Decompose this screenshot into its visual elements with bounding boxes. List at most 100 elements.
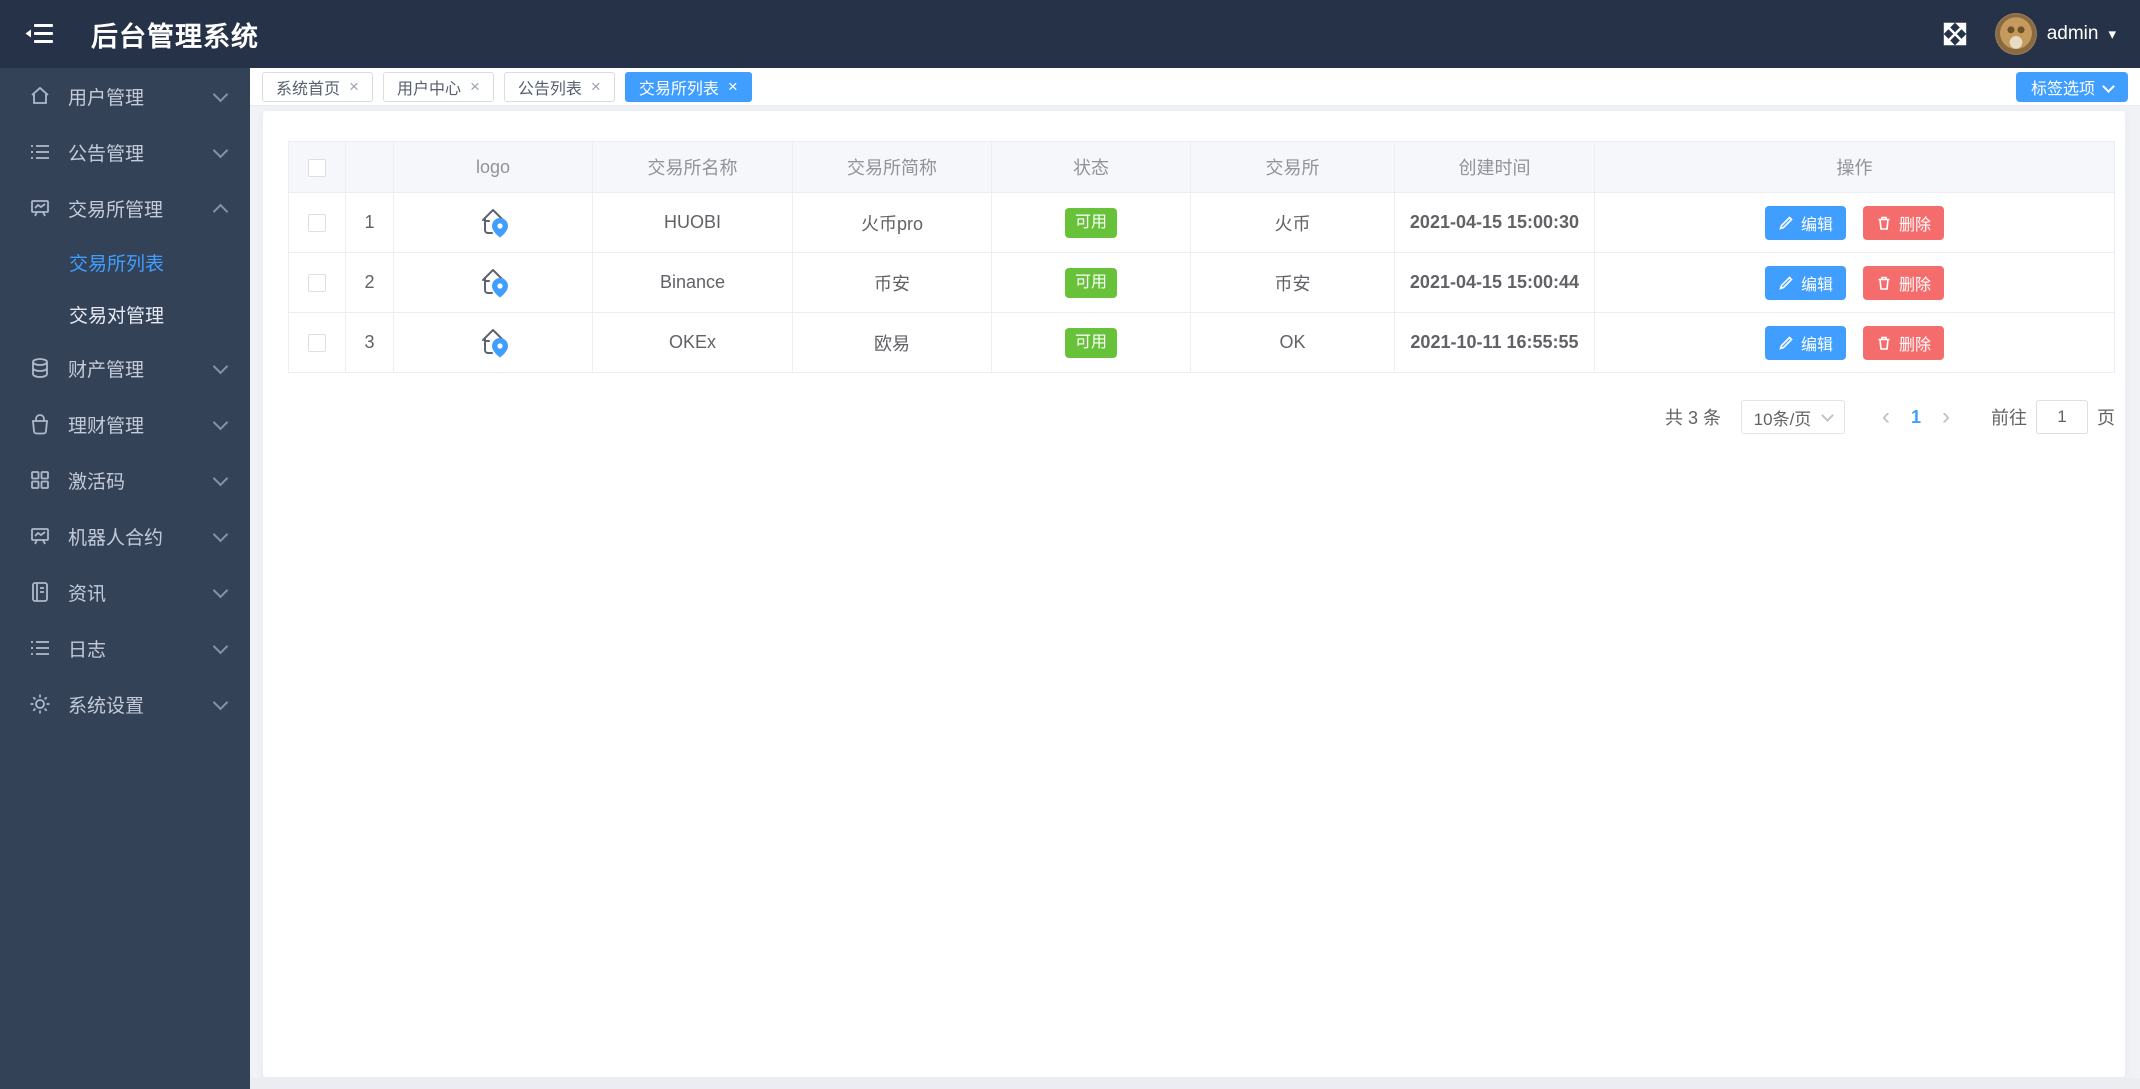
tab-label: 系统首页: [276, 80, 341, 98]
row-index: 2: [345, 252, 394, 313]
goto-page-input[interactable]: [2036, 400, 2088, 434]
close-icon[interactable]: ×: [591, 78, 601, 95]
home-icon: [31, 86, 49, 104]
sidebar-item-label: 财产管理: [68, 359, 145, 381]
coins-icon: [32, 358, 48, 378]
gear-icon: [30, 694, 50, 714]
avatar[interactable]: [1994, 13, 2037, 55]
chevron-down-icon: [212, 526, 229, 542]
pagination: 共 3 条 10条/页 ‹ 1 › 前往 页: [288, 400, 2115, 434]
chevron-down-icon: [212, 86, 229, 102]
exchange-short-name: 欧易: [792, 312, 992, 373]
delete-button[interactable]: 删除: [1863, 265, 1945, 300]
row-checkbox[interactable]: [308, 334, 326, 353]
list-icon: [31, 145, 49, 159]
sidebar-subitem-trading-pair-management[interactable]: 交易对管理: [0, 288, 250, 340]
sidebar-subitem-label: 交易所列表: [69, 253, 165, 275]
image-placeholder-icon: [482, 328, 508, 357]
sidebar-item-system-settings[interactable]: 系统设置: [0, 676, 250, 732]
chevron-down-icon: [212, 638, 229, 654]
bag-icon: [32, 414, 48, 435]
tag-options-button[interactable]: 标签选项: [2015, 72, 2128, 102]
chevron-down-icon: [1821, 409, 1835, 422]
tab-announcement-list[interactable]: 公告列表 ×: [503, 71, 615, 102]
horizontal-scrollbar-track[interactable]: [250, 1078, 2140, 1089]
sidebar-item-logs[interactable]: 日志: [0, 620, 250, 676]
top-bar: 后台管理系统 admin ▾: [0, 0, 2140, 68]
sidebar-toggle-icon[interactable]: [25, 21, 55, 47]
close-icon[interactable]: ×: [349, 78, 359, 95]
user-menu[interactable]: admin ▾: [1994, 13, 2116, 55]
chevron-down-icon: [212, 414, 229, 430]
edit-label: 编辑: [1800, 276, 1833, 294]
row-index: 1: [345, 192, 394, 253]
sidebar-item-announcement-management[interactable]: 公告管理: [0, 124, 250, 180]
exchange-short-name: 币安: [792, 252, 992, 313]
logo-header: logo: [393, 141, 593, 193]
row-checkbox[interactable]: [308, 274, 326, 293]
delete-button[interactable]: 删除: [1863, 325, 1945, 360]
goto-page: 前往 页: [1991, 400, 2115, 434]
main-content: logo 交易所名称 交易所简称 状态 交易所 创建时间 操作 1 HUOBI …: [250, 106, 2140, 1089]
delete-label: 删除: [1899, 216, 1932, 234]
board-icon: [31, 528, 49, 545]
topbar-right: admin ▾: [1941, 13, 2116, 55]
exchange-name: OKEx: [592, 312, 793, 373]
caret-down-icon: ▾: [2108, 25, 2116, 43]
exchange-name: Binance: [592, 252, 793, 313]
sidebar-item-label: 机器人合约: [68, 527, 164, 549]
page-size-select[interactable]: 10条/页: [1740, 400, 1845, 434]
goto-unit: 页: [2097, 408, 2115, 428]
tab-user-center[interactable]: 用户中心 ×: [382, 71, 494, 102]
delete-button[interactable]: 删除: [1863, 205, 1945, 240]
table-row: 1 HUOBI 火币pro 可用 火币 2021-04-15 15:00:30 …: [288, 192, 2115, 253]
sidebar-item-label: 激活码: [68, 471, 126, 493]
fullscreen-icon[interactable]: [1941, 20, 1969, 48]
sidebar-item-robot-contract[interactable]: 机器人合约: [0, 508, 250, 564]
edit-button[interactable]: 编辑: [1764, 205, 1846, 240]
username: admin: [2046, 23, 2099, 44]
tab-label: 用户中心: [396, 80, 461, 98]
exchange-header: 交易所: [1190, 141, 1395, 193]
sidebar-item-label: 理财管理: [68, 415, 145, 437]
sidebar-item-news[interactable]: 资讯: [0, 564, 250, 620]
tab-exchange-list[interactable]: 交易所列表 ×: [624, 71, 752, 102]
board-icon: [31, 200, 49, 217]
prev-page-button[interactable]: ‹: [1867, 405, 1905, 429]
tab-system-home[interactable]: 系统首页 ×: [262, 71, 373, 102]
edit-button[interactable]: 编辑: [1764, 325, 1846, 360]
sidebar-item-exchange-management[interactable]: 交易所管理: [0, 180, 250, 236]
sidebar-item-user-management[interactable]: 用户管理: [0, 68, 250, 124]
trash-icon: [1878, 336, 1890, 350]
sidebar-item-activation-code[interactable]: 激活码: [0, 452, 250, 508]
tag-options-label: 标签选项: [2030, 81, 2095, 98]
current-page[interactable]: 1: [1905, 407, 1927, 428]
row-checkbox[interactable]: [308, 214, 326, 233]
chevron-down-icon: [212, 694, 229, 710]
actions-header: 操作: [1594, 141, 2115, 193]
sidebar-subitem-exchange-list[interactable]: 交易所列表: [0, 236, 250, 288]
close-icon[interactable]: ×: [470, 78, 480, 95]
select-all-checkbox[interactable]: [308, 158, 326, 177]
close-icon[interactable]: ×: [728, 78, 738, 95]
delete-label: 删除: [1899, 276, 1932, 294]
created-time: 2021-10-11 16:55:55: [1394, 312, 1595, 373]
index-header: [345, 141, 394, 193]
pencil-icon: [1779, 215, 1793, 230]
table-row: 3 OKEx 欧易 可用 OK 2021-10-11 16:55:55 编辑 删…: [288, 312, 2115, 373]
page-size-value: 10条/页: [1753, 409, 1812, 429]
chevron-down-icon: [212, 358, 229, 374]
sidebar-item-wealth-management[interactable]: 理财管理: [0, 396, 250, 452]
next-page-button[interactable]: ›: [1927, 405, 1965, 429]
sidebar-item-label: 交易所管理: [68, 199, 164, 221]
total-count: 共 3 条: [1664, 408, 1721, 428]
sidebar-item-property-management[interactable]: 财产管理: [0, 340, 250, 396]
sidebar-item-label: 系统设置: [68, 695, 145, 717]
chevron-down-icon: [212, 142, 229, 158]
sidebar-item-label: 公告管理: [68, 143, 145, 165]
edit-button[interactable]: 编辑: [1764, 265, 1846, 300]
tab-label: 公告列表: [517, 80, 582, 98]
select-all-header: [288, 141, 346, 193]
sidebar-subitem-label: 交易对管理: [69, 305, 165, 327]
tab-label: 交易所列表: [638, 80, 719, 98]
